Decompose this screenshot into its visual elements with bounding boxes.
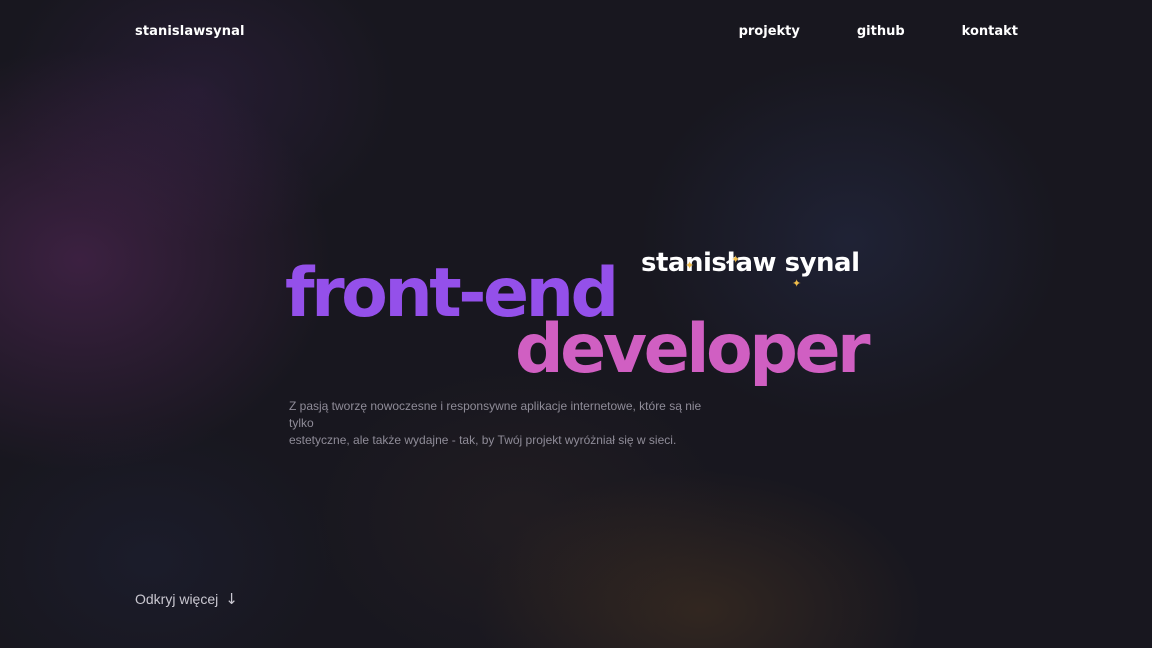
sparkle-icon: ✦ [792, 277, 802, 290]
sparkle-icon: ✦ [685, 259, 695, 272]
hero-section: stanisław synal ✦ ✦ ✦ front-end develope… [285, 240, 871, 400]
site-logo[interactable]: stanislawsynal [135, 24, 245, 39]
arrow-down-icon: ↓ [225, 590, 238, 608]
nav-link-github[interactable]: github [857, 24, 905, 39]
description-line: Z pasją tworzę nowoczesne i responsywne … [289, 399, 702, 430]
name-tag: stanisław synal [641, 248, 860, 278]
nav-link-projekty[interactable]: projekty [739, 24, 800, 39]
hero-description: Z pasją tworzę nowoczesne i responsywne … [289, 398, 729, 449]
sparkle-icon: ✦ [731, 253, 741, 266]
nav-link-kontakt[interactable]: kontakt [962, 24, 1018, 39]
nav-links: projekty github kontakt [682, 24, 1018, 39]
headline-line-developer: developer [515, 310, 871, 389]
description-line: estetyczne, ale także wydajne - tak, by … [289, 433, 677, 447]
discover-more-label: Odkryj więcej [135, 591, 219, 607]
discover-more-link[interactable]: Odkryj więcej ↓ [135, 590, 238, 608]
top-navigation: stanislawsynal projekty github kontakt [135, 24, 1018, 46]
